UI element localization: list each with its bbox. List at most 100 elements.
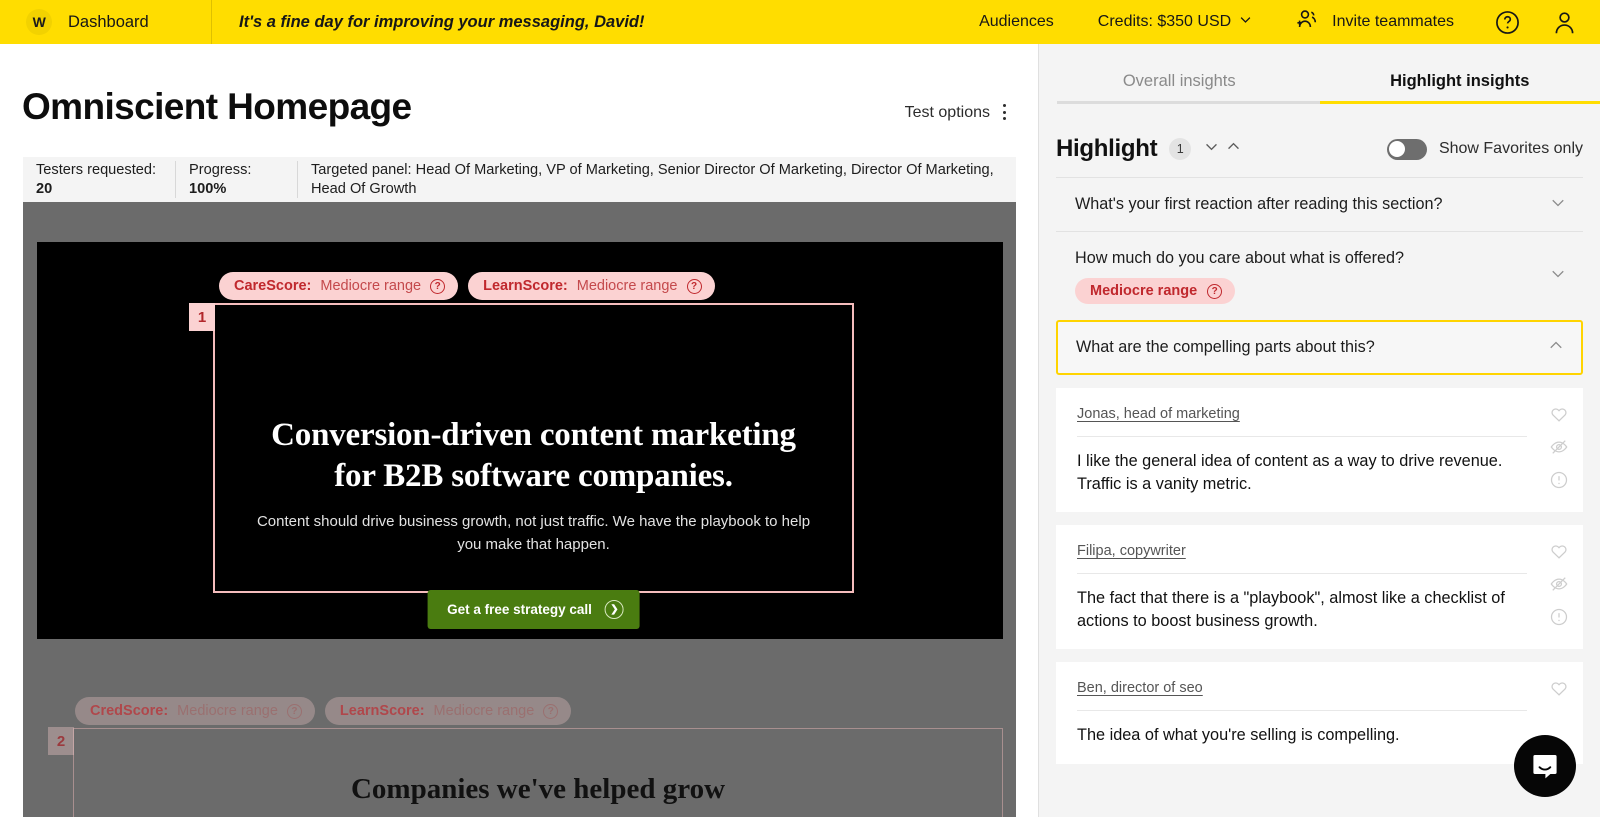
tab-underline	[1057, 101, 1320, 104]
response-text: The idea of what you're selling is compe…	[1077, 726, 1400, 745]
question-score-pill[interactable]: Mediocre range ?	[1075, 278, 1236, 305]
credscore-value: Mediocre range	[177, 703, 278, 719]
eye-slash-icon[interactable]	[1549, 574, 1569, 594]
highlight-count-badge: 1	[1169, 138, 1192, 160]
question-row-care-about[interactable]: How much do you care about what is offer…	[1056, 231, 1583, 321]
response-actions	[1549, 541, 1569, 627]
intercom-chat-button[interactable]	[1514, 735, 1576, 797]
learnscore-badge-2[interactable]: LearnScore: Mediocre range ?	[324, 697, 572, 725]
response-card-list: Jonas, head of marketing I like the gene…	[1056, 388, 1583, 764]
response-text: The fact that there is a "playbook", alm…	[1077, 589, 1505, 630]
hero-headline-line-2: for B2B software companies.	[334, 458, 733, 495]
carescore-label: CareScore:	[234, 278, 312, 294]
credscore-badge[interactable]: CredScore: Mediocre range ?	[75, 697, 315, 725]
question-row-compelling-parts[interactable]: What are the compelling parts about this…	[1056, 320, 1583, 376]
exclamation-circle-icon[interactable]	[1549, 470, 1569, 490]
highlight-region-1[interactable]: 1 Conversion-driven content marketing fo…	[189, 303, 854, 629]
highlight-2-score-badges: CredScore: Mediocre range ? LearnScore: …	[75, 697, 572, 725]
help-icon[interactable]: ?	[686, 278, 702, 294]
divider	[1077, 436, 1527, 438]
insights-panel: Overall insights Highlight insights High…	[1038, 44, 1600, 817]
tab-highlight-insights-label: Highlight insights	[1390, 71, 1530, 90]
heart-icon[interactable]	[1549, 541, 1569, 561]
carescore-badge[interactable]: CareScore: Mediocre range ?	[219, 272, 459, 300]
dashboard-nav-group[interactable]: W Dashboard	[0, 0, 212, 44]
show-favorites-label: Show Favorites only	[1438, 140, 1583, 157]
tab-highlight-insights[interactable]: Highlight insights	[1319, 44, 1600, 104]
help-icon[interactable]: ?	[286, 703, 302, 719]
question-text: What are the compelling parts about this…	[1076, 338, 1375, 357]
greeting-text: It's a fine day for improving your messa…	[239, 12, 645, 31]
hero-headline-line-1: Conversion-driven content marketing	[271, 417, 796, 453]
highlight-stepper[interactable]	[1203, 138, 1242, 160]
section-2-heading: Companies we've helped grow	[350, 773, 726, 805]
highlight-region-2[interactable]: 2 Companies we've helped grow	[48, 727, 1003, 817]
question-score-label: Mediocre range	[1090, 283, 1198, 300]
response-actions	[1549, 678, 1569, 698]
heart-icon[interactable]	[1549, 678, 1569, 698]
credits-label: Credits: $350 USD	[1097, 13, 1232, 30]
targeted-panel-cell: Targeted panel: Head Of Marketing, VP of…	[297, 161, 1016, 198]
test-options-button[interactable]: Test options	[905, 104, 990, 122]
top-bar-actions: Audiences Credits: $350 USD Invite teamm…	[979, 8, 1600, 37]
response-card: Ben, director of seo The idea of what yo…	[1056, 662, 1583, 764]
page-preview[interactable]: CareScore: Mediocre range ? LearnScore: …	[23, 202, 1016, 817]
response-actions	[1549, 404, 1569, 490]
chevron-right-icon: ❯	[604, 600, 624, 619]
tab-overall-insights[interactable]: Overall insights	[1039, 44, 1320, 104]
hero-cta-button[interactable]: Get a free strategy call ❯	[427, 590, 640, 629]
question-score-pill-wrap: Mediocre range ?	[1075, 278, 1539, 305]
eye-slash-icon[interactable]	[1549, 437, 1569, 457]
more-options-icon[interactable]	[995, 101, 1013, 123]
testers-requested-label: Testers requested:	[36, 161, 157, 178]
show-favorites-switch[interactable]	[1386, 138, 1427, 160]
chevron-up-icon[interactable]	[1547, 336, 1565, 359]
credits-dropdown[interactable]: Credits: $350 USD	[1098, 12, 1253, 32]
help-icon[interactable]: ?	[1207, 283, 1223, 299]
question-accordion-list: What's your first reaction after reading…	[1056, 177, 1583, 817]
highlight-title: Highlight	[1056, 135, 1158, 162]
response-author[interactable]: Filipa, copywriter	[1077, 543, 1186, 559]
hero-subheadline: Content should drive business growth, no…	[256, 513, 811, 554]
help-icon[interactable]: ?	[430, 278, 446, 294]
divider	[1077, 573, 1527, 575]
learnscore-label-2: LearnScore:	[339, 703, 425, 719]
invite-teammates-button[interactable]: Invite teammates	[1295, 8, 1454, 37]
page-title: Omniscient Homepage	[22, 86, 412, 127]
audiences-link[interactable]: Audiences	[979, 13, 1054, 31]
top-navigation-bar: W Dashboard It's a fine day for improvin…	[0, 0, 1600, 44]
main-content-area: Omniscient Homepage Test options Testers…	[0, 44, 1038, 817]
help-button[interactable]	[1494, 9, 1521, 36]
question-text: What's your first reaction after reading…	[1075, 195, 1443, 213]
learnscore-value: Mediocre range	[576, 278, 678, 294]
chevron-up-icon[interactable]	[1225, 138, 1242, 160]
chevron-down-icon[interactable]	[1549, 193, 1567, 216]
credscore-label: CredScore:	[90, 703, 169, 719]
progress-cell: Progress: 100%	[175, 161, 297, 198]
hero-headline: Conversion-driven content marketing for …	[215, 415, 852, 498]
question-row-first-reaction[interactable]: What's your first reaction after reading…	[1056, 177, 1583, 232]
invite-teammates-label: Invite teammates	[1332, 13, 1454, 30]
response-author[interactable]: Jonas, head of marketing	[1077, 406, 1240, 422]
chevron-down-icon[interactable]	[1203, 138, 1220, 160]
dashboard-link[interactable]: Dashboard	[68, 13, 149, 32]
wynter-logo-icon[interactable]: W	[26, 9, 52, 35]
divider	[1077, 710, 1527, 712]
help-icon[interactable]: ?	[543, 703, 559, 719]
learnscore-badge[interactable]: LearnScore: Mediocre range ?	[468, 272, 715, 300]
exclamation-circle-icon[interactable]	[1549, 607, 1569, 627]
highlight-1-score-badges: CareScore: Mediocre range ? LearnScore: …	[219, 272, 715, 300]
response-author[interactable]: Ben, director of seo	[1077, 680, 1203, 696]
progress-label: Progress:	[189, 161, 252, 178]
user-avatar-icon	[1555, 11, 1574, 33]
highlight-2-number: 2	[48, 727, 74, 755]
chevron-down-icon[interactable]	[1549, 265, 1567, 288]
carescore-value: Mediocre range	[320, 278, 422, 294]
testers-requested-value: 20	[36, 180, 53, 197]
show-favorites-toggle-group[interactable]: Show Favorites only	[1386, 138, 1583, 160]
user-account-button[interactable]	[1551, 9, 1578, 36]
highlight-header: Highlight 1 Show Favorites only	[1056, 132, 1583, 166]
highlight-1-number: 1	[189, 303, 215, 331]
intercom-chat-icon	[1533, 755, 1557, 779]
heart-icon[interactable]	[1549, 404, 1569, 424]
